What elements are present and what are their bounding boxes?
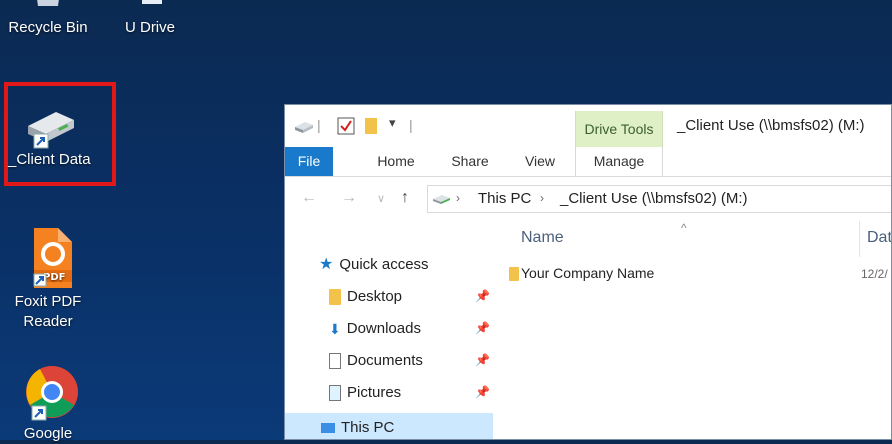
qat-separator-2: | — [409, 117, 413, 133]
foxit-pdf-reader-icon[interactable]: PDF Foxit PDF Reader — [0, 224, 96, 332]
nav-pictures-label: Pictures — [347, 384, 402, 401]
pin-icon[interactable]: 📌 — [475, 321, 490, 335]
address-bar[interactable]: › This PC › _Client Use (\\bmsfs02) (M:) — [427, 185, 891, 213]
recycle-bin-label: Recycle Bin — [8, 19, 88, 36]
nav-desktop-label: Desktop — [347, 288, 403, 305]
breadcrumb-this-pc[interactable]: This PC — [478, 190, 531, 207]
nav-downloads-label: Downloads — [346, 320, 421, 337]
nav-downloads[interactable]: ⬇ Downloads — [329, 317, 421, 341]
column-header-date[interactable]: Dat — [867, 229, 891, 247]
recycle-bin-icon[interactable]: Recycle Bin — [0, 0, 96, 38]
list-item-name: Your Company Name — [521, 265, 655, 281]
tab-manage[interactable]: Manage — [575, 147, 663, 176]
client-data-label: _Client Data — [8, 151, 91, 168]
star-icon: ★ — [319, 256, 334, 274]
sort-ascending-icon: ^ — [681, 221, 687, 235]
tab-share[interactable]: Share — [445, 147, 495, 176]
documents-icon — [329, 353, 341, 370]
window-title: _Client Use (\\bmsfs02) (M:) — [677, 117, 865, 134]
breadcrumb-separator-icon[interactable]: › — [540, 191, 544, 205]
folder-icon — [509, 267, 519, 282]
qat-dropdown-icon[interactable]: ▾ — [389, 115, 396, 131]
chrome-logo-icon — [26, 366, 78, 421]
pin-icon[interactable]: 📌 — [475, 289, 490, 303]
navigation-bar: ← → ∨ ↑ › This PC › _Client Use (\\bmsfs… — [285, 181, 891, 217]
forward-arrow-icon[interactable]: → — [341, 189, 357, 207]
tab-file[interactable]: File — [285, 147, 333, 176]
google-chrome-icon[interactable]: Google — [0, 362, 96, 444]
drive-tools-contextual-tab: Drive Tools — [575, 111, 663, 147]
breadcrumb-client-use[interactable]: _Client Use (\\bmsfs02) (M:) — [560, 190, 748, 207]
pin-icon[interactable]: 📌 — [475, 385, 490, 399]
file-explorer-window[interactable]: | ▾ | Drive Tools _Client Use (\\bmsfs02… — [284, 104, 892, 440]
list-item-date: 12/2/ — [861, 267, 888, 281]
nav-this-pc[interactable]: This PC — [321, 419, 394, 436]
tab-view[interactable]: View — [517, 147, 563, 176]
nav-documents[interactable]: Documents — [329, 349, 423, 373]
nav-documents-label: Documents — [347, 352, 423, 369]
computer-icon — [321, 423, 335, 434]
up-arrow-icon[interactable]: ↑ — [401, 189, 409, 207]
ribbon-tabs: File Home Share View Manage — [285, 147, 891, 177]
desktop-folder-icon — [329, 289, 341, 306]
title-bar[interactable]: | ▾ | Drive Tools _Client Use (\\bmsfs02… — [285, 105, 891, 147]
pictures-icon — [329, 385, 341, 402]
properties-icon[interactable] — [337, 117, 355, 135]
recent-locations-chevron-icon[interactable]: ∨ — [377, 192, 385, 205]
u-drive-icon[interactable]: U Drive — [102, 0, 198, 38]
navigation-pane: ★ Quick access Desktop 📌 ⬇ Downloads 📌 Doc… — [285, 221, 493, 439]
drive-glyph-icon — [28, 112, 74, 149]
nav-this-pc-label: This PC — [341, 419, 395, 436]
drive-small-icon[interactable] — [293, 117, 315, 135]
column-header-name[interactable]: Name — [521, 229, 564, 247]
recycle-bin-glyph-icon — [37, 0, 59, 6]
nav-this-pc-selected[interactable]: This PC — [285, 413, 493, 439]
back-arrow-icon[interactable]: ← — [301, 189, 317, 207]
foxit-label: Foxit PDF Reader — [14, 293, 82, 330]
file-list: ^ Name Dat Your Company Name 12/2/ — [495, 221, 891, 439]
nav-desktop[interactable]: Desktop — [329, 285, 402, 309]
foxit-logo-icon: PDF — [33, 228, 72, 288]
google-label: Google — [23, 425, 73, 442]
network-drive-glyph-icon — [142, 0, 162, 4]
list-item[interactable]: Your Company Name — [509, 265, 655, 282]
drive-breadcrumb-icon — [433, 195, 450, 204]
pin-icon[interactable]: 📌 — [475, 353, 490, 367]
column-separator[interactable] — [859, 221, 860, 257]
nav-quick-access[interactable]: ★ Quick access — [319, 253, 429, 277]
qat-separator: | — [317, 117, 321, 133]
u-drive-label: U Drive — [124, 19, 175, 36]
tab-home[interactable]: Home — [369, 147, 423, 176]
client-data-drive-icon[interactable]: _Client Data — [0, 104, 96, 170]
new-folder-icon[interactable] — [363, 117, 379, 135]
nav-pictures[interactable]: Pictures — [329, 381, 401, 405]
downloads-arrow-icon: ⬇ — [329, 321, 341, 338]
nav-quick-access-label: Quick access — [339, 256, 429, 273]
breadcrumb-separator-icon[interactable]: › — [456, 191, 460, 205]
